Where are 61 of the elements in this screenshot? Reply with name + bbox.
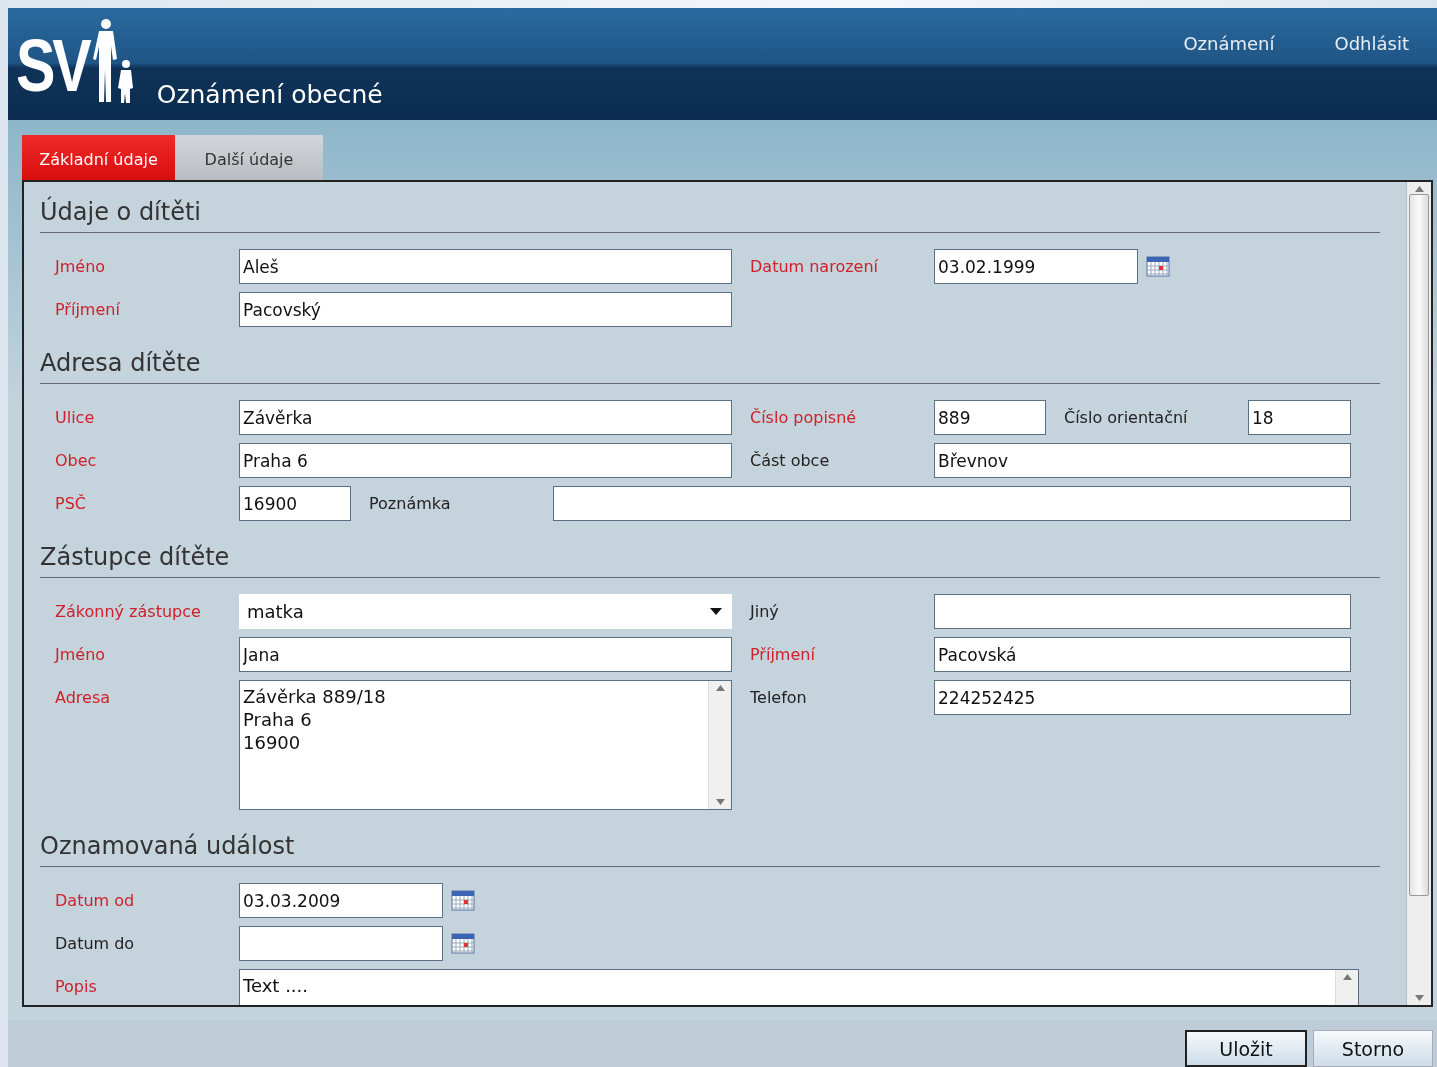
section-title: Adresa dítěte [40,347,1380,384]
field-label: Jméno [55,256,107,276]
date-field[interactable] [239,926,443,961]
field-label: Datum od [55,890,136,910]
field-label: Číslo orientační [1064,407,1189,427]
scroll-thumb[interactable] [1409,194,1429,896]
calendar-icon[interactable] [451,932,475,954]
field-label: Datum do [55,933,136,953]
field-label: Jiný [750,601,780,621]
calendar-icon[interactable] [1146,255,1170,277]
field-label: Část obce [750,450,831,470]
scroll-up-icon[interactable] [1342,974,1352,980]
field-label: Datum narození [750,256,879,276]
field-label: Zákonný zástupce [55,601,202,621]
nav-link[interactable]: Odhlásit [1334,33,1409,54]
scroll-down-icon[interactable] [1414,995,1424,1001]
nav-link[interactable]: Oznámení [1183,33,1275,54]
text-field[interactable]: Pacovský [239,292,732,327]
text-field[interactable]: Praha 6 [239,443,732,478]
dropdown[interactable]: matka [239,594,732,629]
form-button[interactable]: Uložit [1185,1030,1307,1067]
text-field[interactable]: 224252425 [934,680,1351,715]
field-label: Telefon [750,687,808,707]
text-field[interactable]: Aleš [239,249,732,284]
date-field[interactable]: 03.02.1999 [934,249,1138,284]
field-label: Číslo popisné [750,407,858,427]
field-label: Adresa [55,687,112,707]
page-title: Oznámení obecné [156,80,383,109]
section-title: Zástupce dítěte [40,541,1380,578]
scrollbar[interactable] [1406,182,1431,1005]
text-field[interactable]: 16900 [239,486,351,521]
form-button[interactable]: Storno [1313,1030,1433,1067]
text-area[interactable]: Závěrka 889/18 Praha 6 16900 [239,680,732,810]
date-field[interactable]: 03.03.2009 [239,883,443,918]
field-label: Jméno [55,644,107,664]
field-label: Příjmení [55,299,121,319]
field-label: PSČ [55,493,87,513]
text-field[interactable]: Břevnov [934,443,1351,478]
section-title: Oznamovaná událost [40,830,1380,867]
scroll-up-icon[interactable] [1414,186,1424,192]
logo-text: SV [16,26,89,106]
scroll-down-icon[interactable] [715,799,725,805]
tab[interactable]: Další údaje [175,135,323,180]
caret-icon [710,608,722,615]
text-field[interactable]: Závěrka [239,400,732,435]
text-field[interactable]: Pacovská [934,637,1351,672]
scrollbar[interactable] [708,681,731,809]
field-label: Popis [55,976,98,996]
calendar-icon[interactable] [451,889,475,911]
section-title: Údaje o dítěti [40,196,1380,233]
text-field[interactable]: 889 [934,400,1046,435]
tab[interactable]: Základní údaje [22,135,175,180]
text-field[interactable] [934,594,1351,629]
field-label: Ulice [55,407,96,427]
scroll-up-icon[interactable] [715,685,725,691]
field-label: Příjmení [750,644,816,664]
text-area[interactable]: Text .... [239,969,1359,1005]
text-field[interactable] [553,486,1351,521]
field-label: Obec [55,450,98,470]
field-label: Poznámka [369,493,452,513]
text-field[interactable]: 18 [1248,400,1351,435]
